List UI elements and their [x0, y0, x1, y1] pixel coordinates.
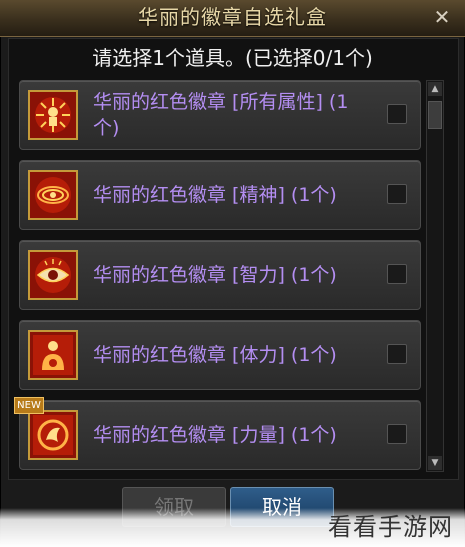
list-item[interactable]: 华丽的红色徽章 [力量] (1个)	[19, 400, 421, 470]
item-checkbox[interactable]	[387, 184, 407, 204]
watermark-text: 看看手游网	[328, 513, 453, 541]
spirit-badge-icon	[28, 170, 78, 220]
new-tag-badge: NEW	[14, 397, 44, 414]
scroll-thumb[interactable]	[428, 101, 442, 129]
gift-box-window: 华丽的徽章自选礼盒 ✕ 请选择1个道具。(已选择0/1个) 华丽的红色徽章 [所…	[0, 0, 465, 547]
intelligence-badge-icon	[28, 250, 78, 300]
item-checkbox[interactable]	[387, 344, 407, 364]
list-item[interactable]: 华丽的红色徽章 [精神] (1个)	[19, 160, 421, 230]
scroll-down-icon[interactable]: ▼	[428, 456, 442, 470]
all-attributes-badge-icon	[28, 90, 78, 140]
list-item[interactable]: 华丽的红色徽章 [所有属性] (1个)	[19, 80, 421, 150]
item-label: 华丽的红色徽章 [体力] (1个)	[93, 344, 337, 366]
item-checkbox[interactable]	[387, 104, 407, 124]
item-label: 华丽的红色徽章 [所有属性] (1个)	[93, 91, 349, 139]
window-title: 华丽的徽章自选礼盒	[138, 5, 327, 29]
list-item[interactable]: 华丽的红色徽章 [体力] (1个)	[19, 320, 421, 390]
vitality-badge-icon	[28, 330, 78, 380]
item-label: 华丽的红色徽章 [智力] (1个)	[93, 264, 337, 286]
strength-badge-icon	[28, 410, 78, 460]
close-icon[interactable]: ✕	[431, 6, 453, 28]
list-item[interactable]: 华丽的红色徽章 [智力] (1个)	[19, 240, 421, 310]
selection-instruction: 请选择1个道具。(已选择0/1个)	[92, 46, 373, 70]
scroll-up-icon[interactable]: ▲	[428, 82, 442, 96]
item-label: 华丽的红色徽章 [精神] (1个)	[93, 184, 337, 206]
scrollbar[interactable]: ▲ ▼	[426, 80, 444, 472]
item-label: 华丽的红色徽章 [力量] (1个)	[93, 424, 337, 446]
title-bar: 华丽的徽章自选礼盒 ✕	[0, 0, 465, 37]
item-checkbox[interactable]	[387, 264, 407, 284]
item-checkbox[interactable]	[387, 424, 407, 444]
